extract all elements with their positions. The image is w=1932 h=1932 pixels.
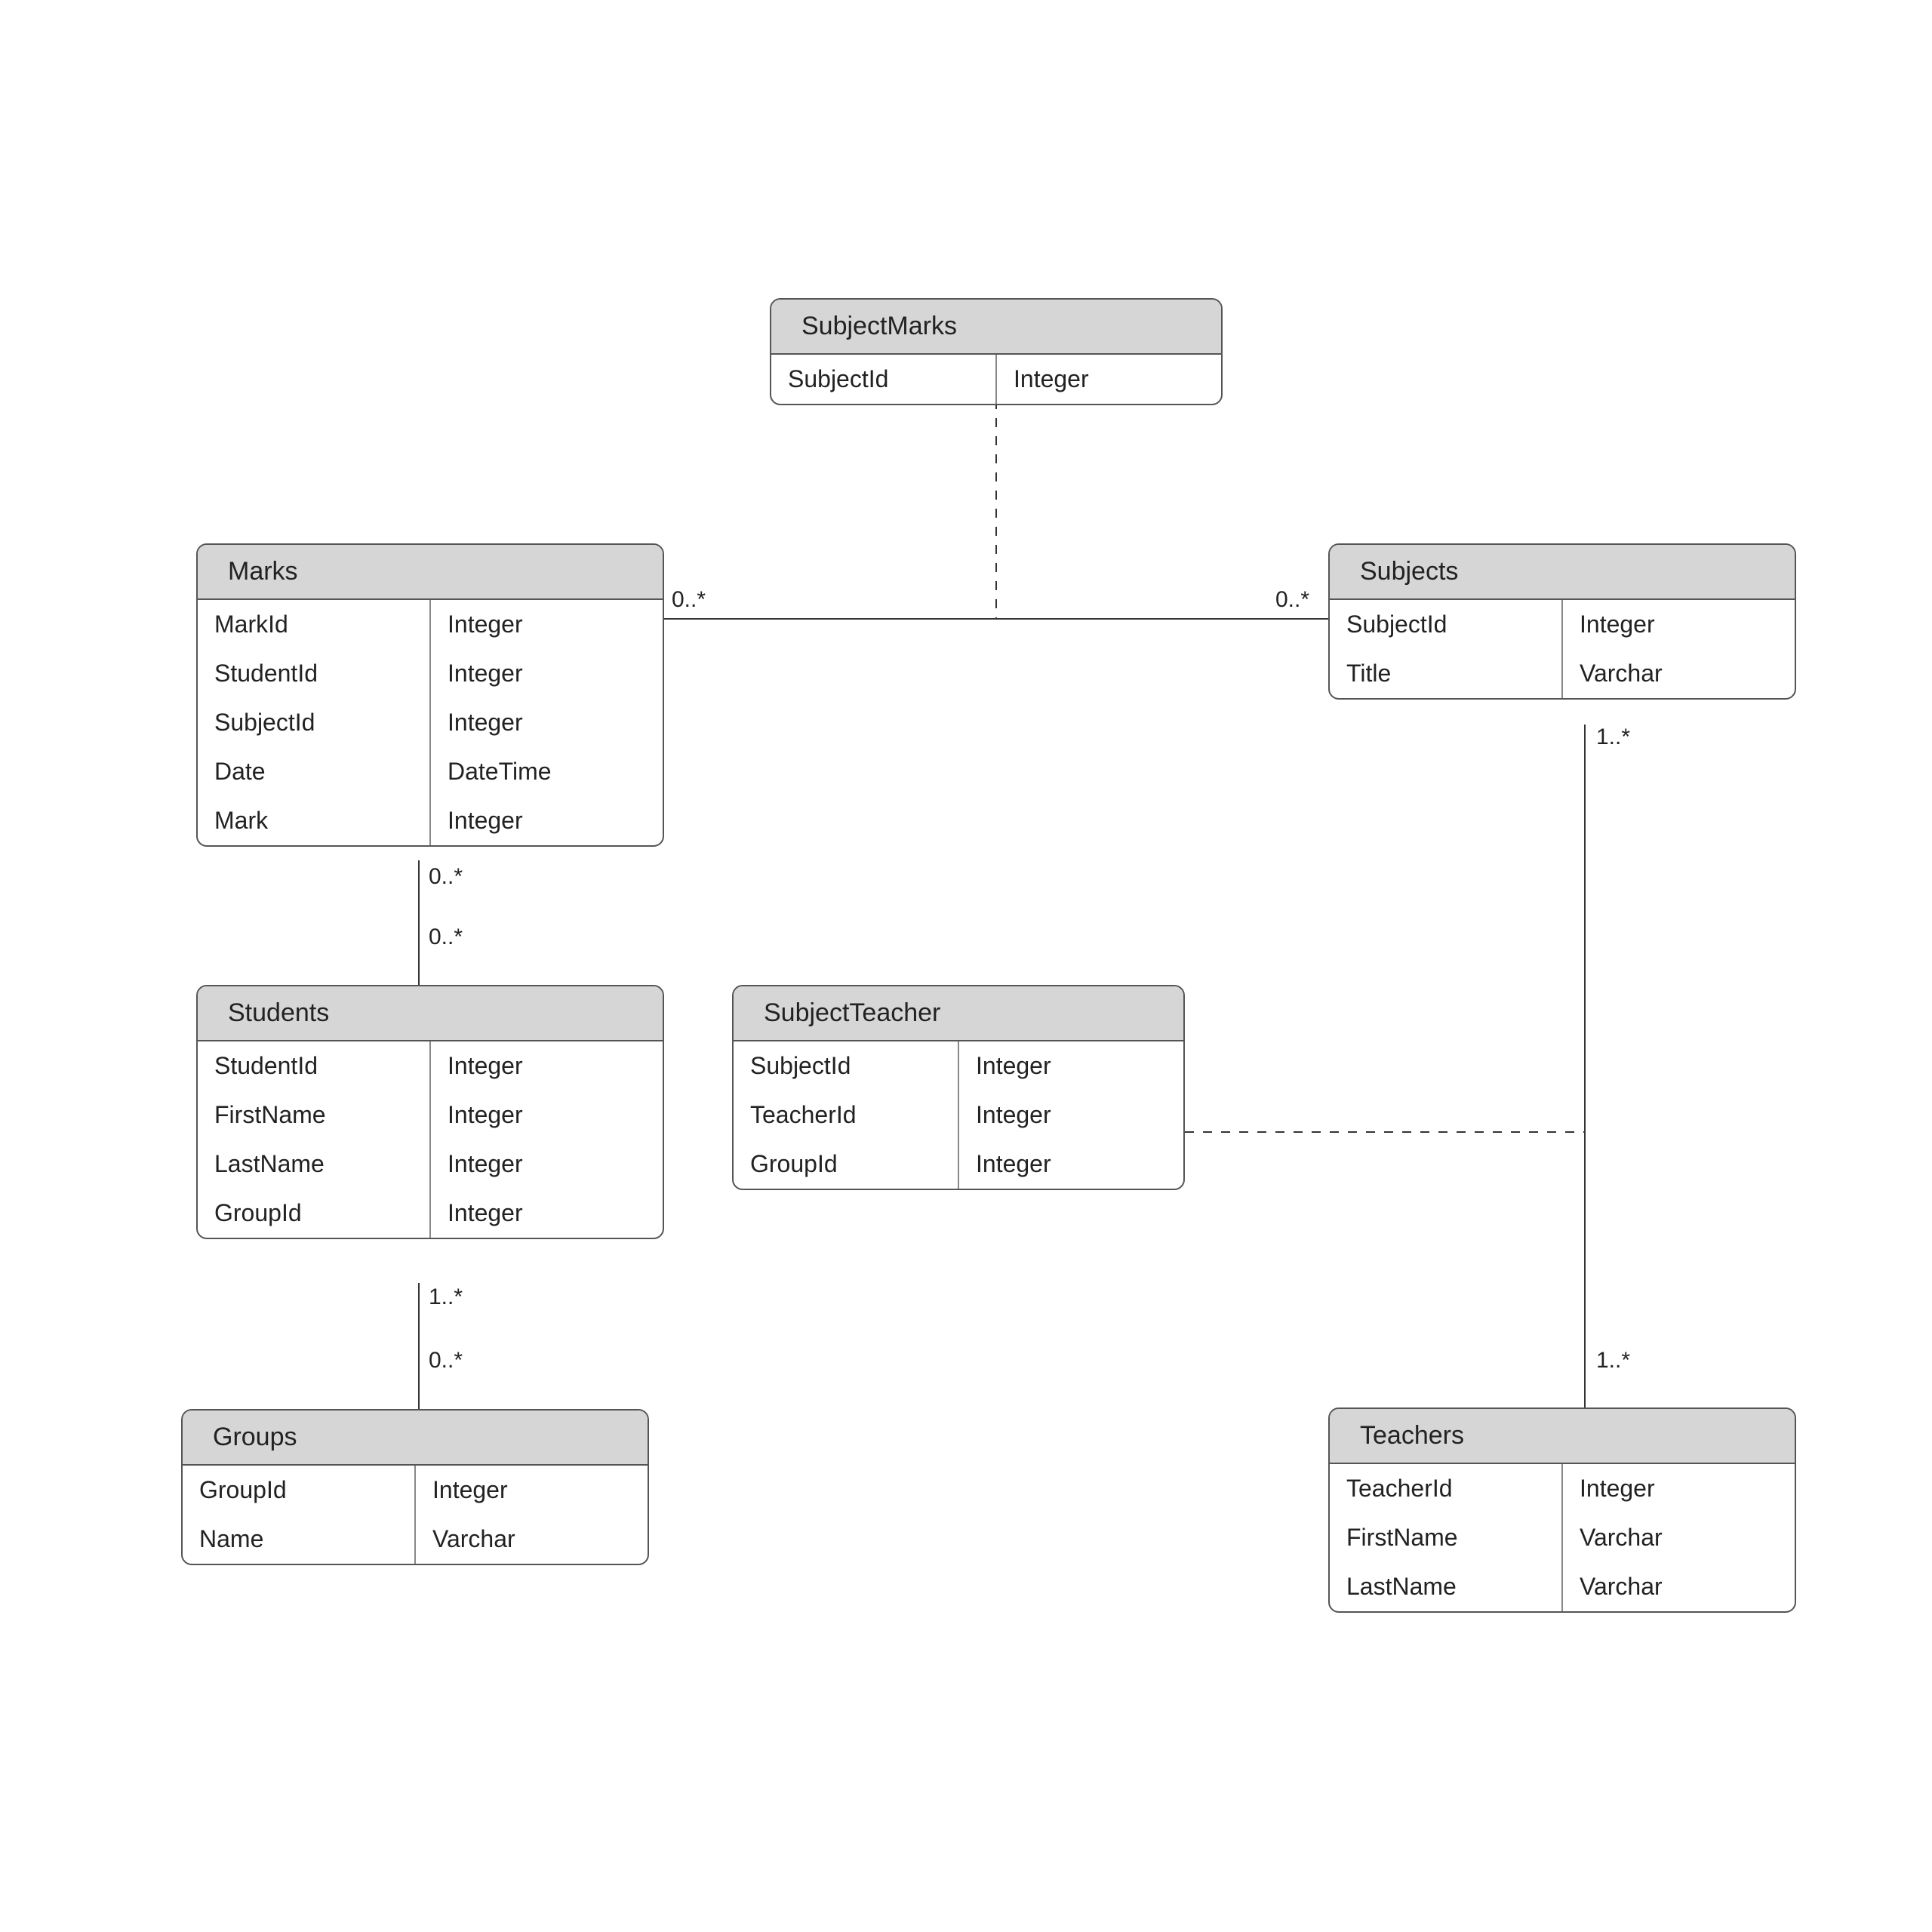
field-name: StudentId — [198, 649, 429, 698]
field-type: Integer — [959, 1041, 1183, 1091]
field-type: Integer — [431, 796, 663, 845]
field-name: Mark — [198, 796, 429, 845]
field-type: Integer — [431, 600, 663, 649]
field-type: Integer — [1563, 600, 1795, 649]
multiplicity-label: 1..* — [1596, 724, 1630, 750]
field-name: Title — [1330, 649, 1561, 698]
field-type: Integer — [416, 1466, 648, 1515]
field-name: GroupId — [198, 1189, 429, 1238]
entity-subjectteacher: SubjectTeacher SubjectId TeacherId Group… — [732, 985, 1185, 1190]
entity-subjects: Subjects SubjectId Title Integer Varchar — [1328, 543, 1796, 700]
field-name: SubjectId — [734, 1041, 958, 1091]
entity-groups: Groups GroupId Name Integer Varchar — [181, 1409, 649, 1565]
field-name: Name — [183, 1515, 414, 1564]
field-name: TeacherId — [1330, 1464, 1561, 1513]
field-type: Integer — [431, 698, 663, 747]
multiplicity-label: 0..* — [672, 587, 706, 613]
field-type: Integer — [431, 1189, 663, 1238]
field-type: Integer — [959, 1091, 1183, 1140]
entity-title: Teachers — [1330, 1409, 1795, 1464]
multiplicity-label: 1..* — [429, 1284, 463, 1310]
field-name: Date — [198, 747, 429, 796]
field-type: Varchar — [1563, 1513, 1795, 1562]
entity-teachers: Teachers TeacherId FirstName LastName In… — [1328, 1407, 1796, 1613]
multiplicity-label: 1..* — [1596, 1348, 1630, 1374]
field-type: Integer — [431, 1041, 663, 1091]
entity-title: Marks — [198, 545, 663, 600]
field-type: Integer — [959, 1140, 1183, 1189]
entity-title: SubjectTeacher — [734, 986, 1183, 1041]
multiplicity-label: 0..* — [1275, 587, 1309, 613]
field-name: LastName — [198, 1140, 429, 1189]
field-name: SubjectId — [1330, 600, 1561, 649]
entity-marks: Marks MarkId StudentId SubjectId Date Ma… — [196, 543, 664, 847]
field-type: Integer — [431, 1140, 663, 1189]
multiplicity-label: 0..* — [429, 924, 463, 950]
entity-title: Groups — [183, 1411, 648, 1466]
connection-lines — [0, 0, 1932, 1932]
field-name: MarkId — [198, 600, 429, 649]
field-name: SubjectId — [198, 698, 429, 747]
field-name: GroupId — [734, 1140, 958, 1189]
field-name: TeacherId — [734, 1091, 958, 1140]
er-diagram-canvas: SubjectMarks SubjectId Integer Marks Mar… — [0, 0, 1932, 1932]
entity-title: Subjects — [1330, 545, 1795, 600]
multiplicity-label: 0..* — [429, 864, 463, 890]
field-type: Integer — [431, 649, 663, 698]
multiplicity-label: 0..* — [429, 1348, 463, 1374]
field-type: Integer — [1563, 1464, 1795, 1513]
field-name: StudentId — [198, 1041, 429, 1091]
field-name: FirstName — [1330, 1513, 1561, 1562]
entity-title: Students — [198, 986, 663, 1041]
entity-subjectmarks: SubjectMarks SubjectId Integer — [770, 298, 1223, 405]
entity-title: SubjectMarks — [771, 300, 1221, 355]
field-name: GroupId — [183, 1466, 414, 1515]
field-type: Varchar — [1563, 649, 1795, 698]
field-type: DateTime — [431, 747, 663, 796]
field-name: LastName — [1330, 1562, 1561, 1611]
field-name: SubjectId — [771, 355, 995, 404]
field-type: Varchar — [1563, 1562, 1795, 1611]
entity-students: Students StudentId FirstName LastName Gr… — [196, 985, 664, 1239]
field-type: Integer — [431, 1091, 663, 1140]
field-type: Varchar — [416, 1515, 648, 1564]
field-type: Integer — [997, 355, 1221, 404]
field-name: FirstName — [198, 1091, 429, 1140]
